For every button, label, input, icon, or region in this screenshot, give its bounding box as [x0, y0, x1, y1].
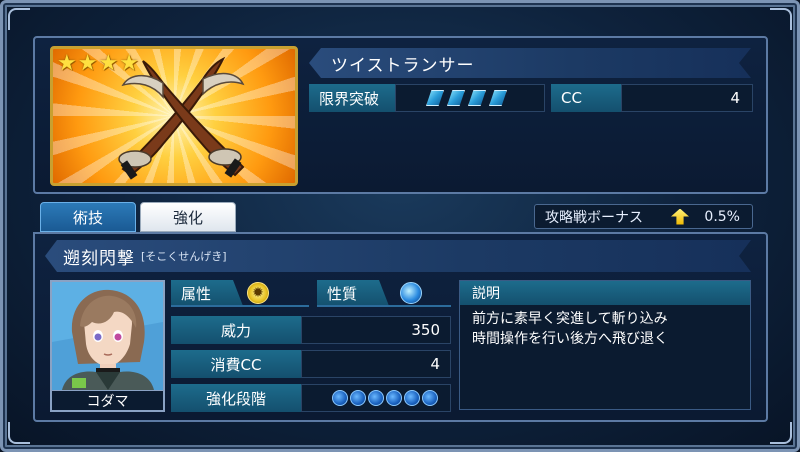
skill-reading: [そこくせんげき] — [141, 250, 227, 263]
attribute-label: 属性 — [171, 280, 243, 306]
up-arrow-icon — [671, 208, 689, 225]
character-portrait[interactable]: コダマ — [50, 280, 165, 412]
raid-bonus-label: 攻略戦ボーナス — [545, 209, 643, 226]
enhance-circle-icon — [422, 390, 438, 406]
raid-bonus-value: 0.5% — [704, 208, 740, 225]
power-label: 威力 — [171, 316, 301, 344]
description-box: 説明 前方に素早く突進して斬り込み 時間操作を行い後方へ飛び退く — [459, 280, 751, 410]
cc-cost-value: 4 — [301, 350, 451, 378]
limit-break-row: 限界突破 — [309, 84, 545, 112]
weapon-card[interactable]: ★ ★ ★ ★ — [50, 46, 298, 186]
limit-break-gem-icon — [468, 90, 486, 106]
enhance-level-circles — [301, 384, 451, 412]
cc-value: 4 — [621, 84, 753, 112]
enhance-circle-icon — [332, 390, 348, 406]
description-body: 前方に素早く突進して斬り込み 時間操作を行い後方へ飛び退く — [460, 305, 750, 349]
cc-row: CC 4 — [551, 84, 753, 112]
enhance-circle-icon — [404, 390, 420, 406]
rarity-stars: ★ ★ ★ ★ — [57, 53, 139, 75]
tab-skill[interactable]: 術技 — [40, 202, 136, 232]
limit-break-gems — [395, 84, 545, 112]
frame-corner-ornament — [770, 422, 792, 444]
weapon-name-banner: ツイストランサー — [309, 48, 751, 78]
weapon-name: ツイストランサー — [331, 55, 475, 76]
cc-cost-row: 消費CC 4 — [171, 350, 451, 378]
frame-corner-ornament — [770, 8, 792, 30]
character-name: コダマ — [52, 390, 163, 410]
star-icon: ★ — [77, 51, 98, 76]
power-value: 350 — [301, 316, 451, 344]
limit-break-gem-icon — [447, 90, 465, 106]
frame-corner-ornament — [8, 8, 30, 30]
nature-orb-icon — [400, 282, 422, 304]
skill-name-banner: 遡刻閃撃 [そこくせんげき] — [45, 240, 751, 272]
limit-break-gem-icon — [426, 90, 444, 106]
skill-name: 遡刻閃撃 — [63, 248, 135, 269]
limit-break-label: 限界突破 — [309, 84, 395, 112]
raid-bonus-box: 攻略戦ボーナス 0.5% — [534, 204, 753, 229]
cc-label: CC — [551, 84, 621, 112]
power-row: 威力 350 — [171, 316, 451, 344]
star-icon: ★ — [119, 51, 139, 76]
description-line: 前方に素早く突進して斬り込み — [472, 311, 668, 327]
enhance-circle-icon — [368, 390, 384, 406]
character-avatar-image — [52, 282, 163, 390]
enhance-level-row: 強化段階 — [171, 384, 451, 412]
star-icon: ★ — [57, 51, 77, 76]
cc-cost-label: 消費CC — [171, 350, 301, 378]
description-line: 時間操作を行い後方へ飛び退く — [472, 331, 668, 347]
attribute-underline — [171, 305, 309, 307]
description-header: 説明 — [460, 281, 750, 305]
enhance-circle-icon — [350, 390, 366, 406]
enhance-circle-icon — [386, 390, 402, 406]
tab-enhance[interactable]: 強化 — [140, 202, 236, 232]
enhance-level-label: 強化段階 — [171, 384, 301, 412]
limit-break-gem-icon — [489, 90, 507, 106]
frame-corner-ornament — [8, 422, 30, 444]
light-attribute-icon: ✹ — [247, 282, 269, 304]
nature-label: 性質 — [317, 280, 389, 306]
star-icon: ★ — [98, 51, 119, 76]
nature-underline — [317, 305, 451, 307]
